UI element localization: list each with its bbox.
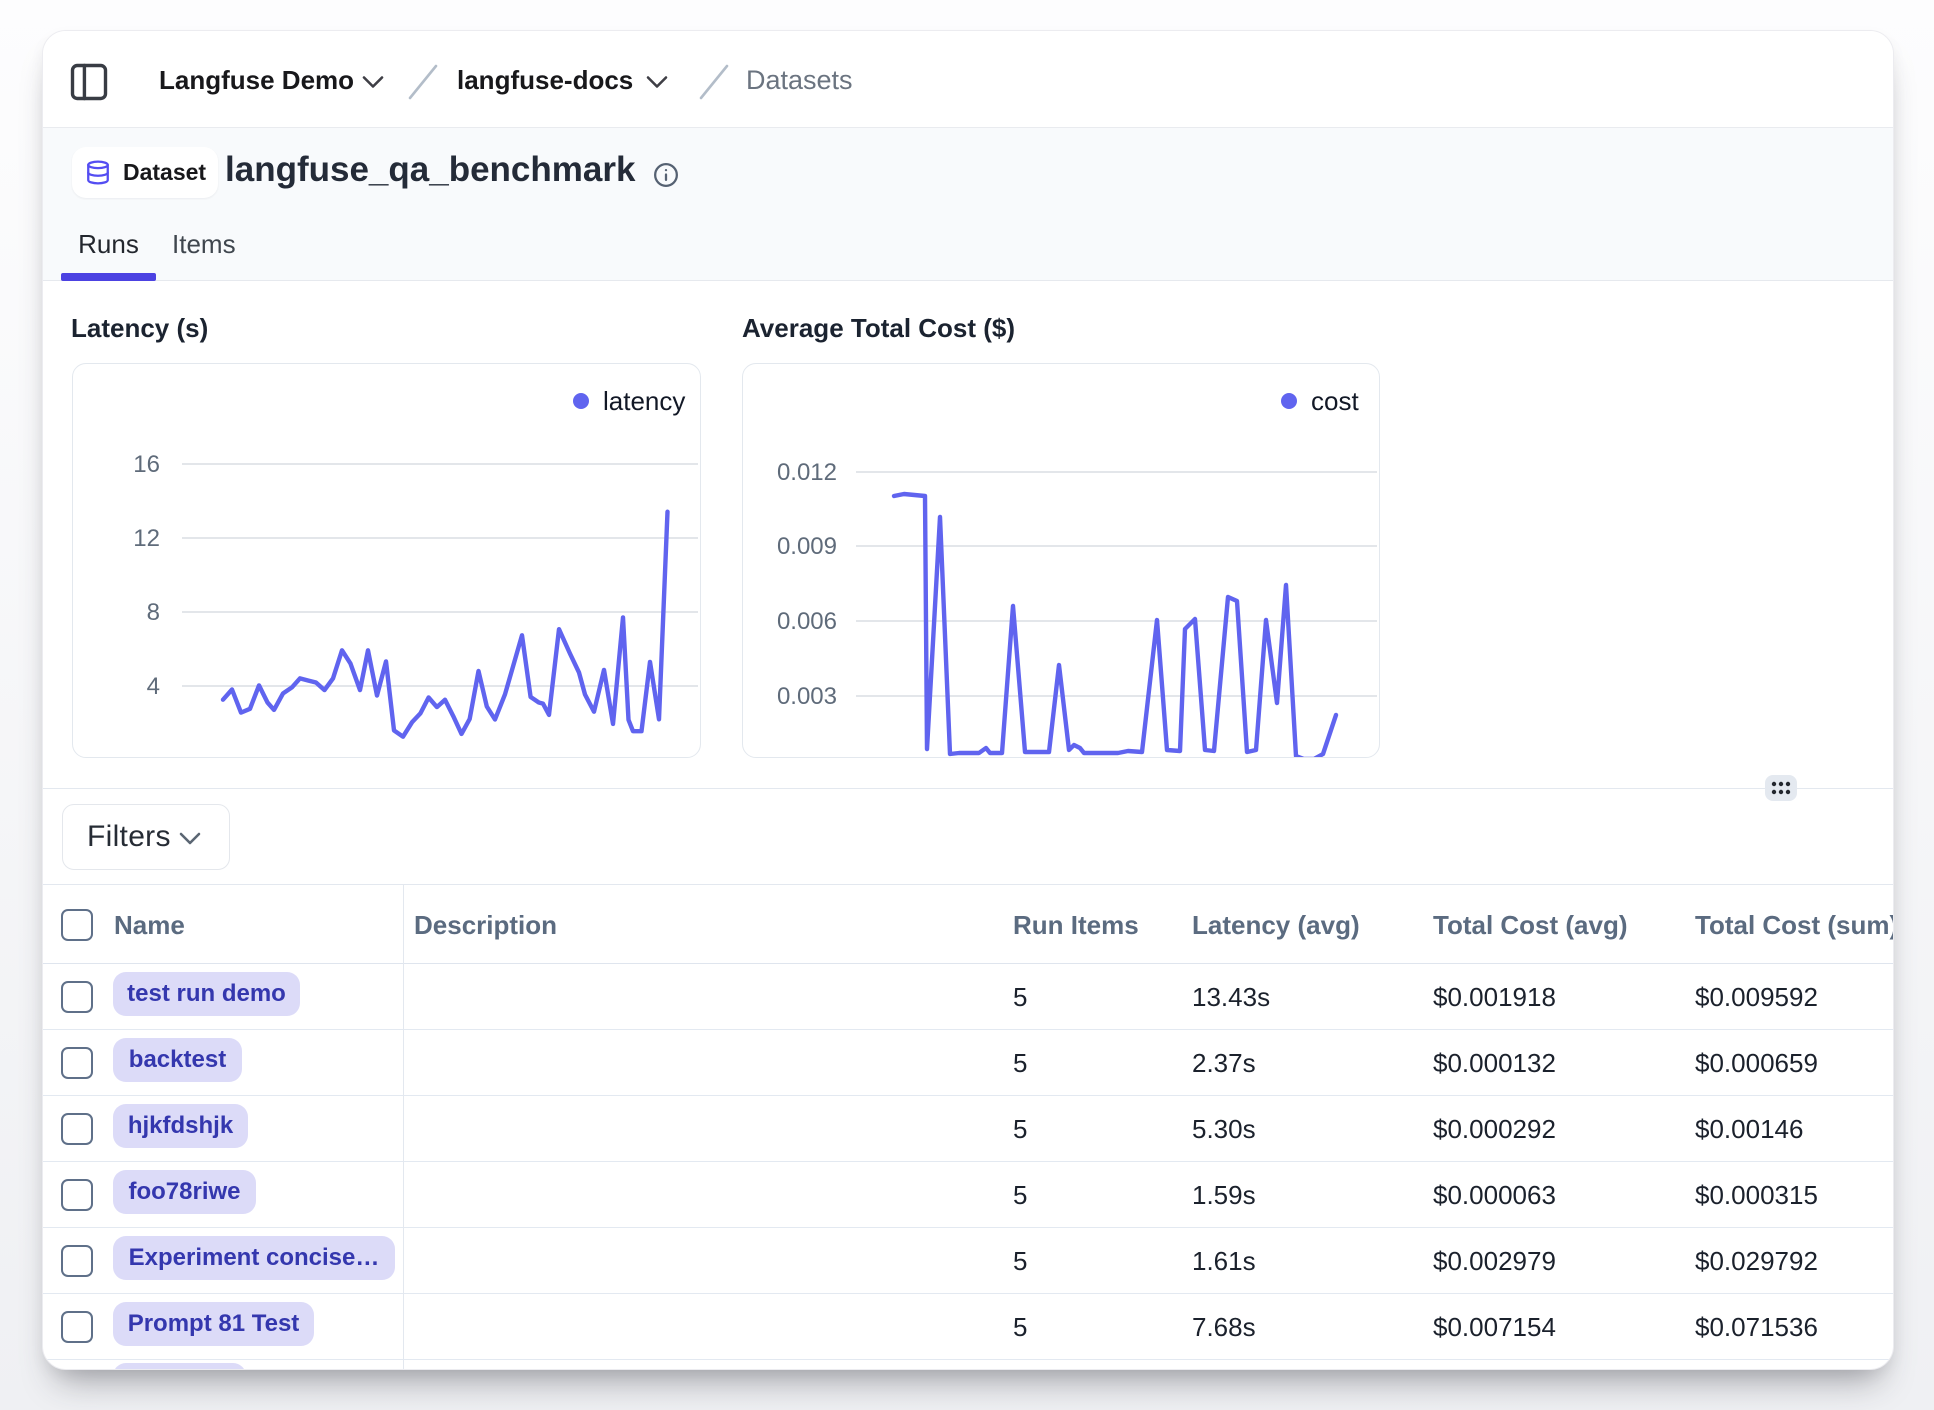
svg-text:0.003: 0.003 (777, 683, 837, 710)
svg-text:8: 8 (147, 599, 160, 626)
svg-text:latency: latency (603, 386, 685, 416)
svg-text:12: 12 (133, 525, 160, 552)
svg-text:cost: cost (1311, 386, 1359, 416)
svg-text:4: 4 (147, 673, 160, 700)
svg-text:0.012: 0.012 (777, 459, 837, 486)
svg-text:16: 16 (133, 451, 160, 478)
svg-text:0.006: 0.006 (777, 608, 837, 635)
svg-text:0.009: 0.009 (777, 533, 837, 560)
